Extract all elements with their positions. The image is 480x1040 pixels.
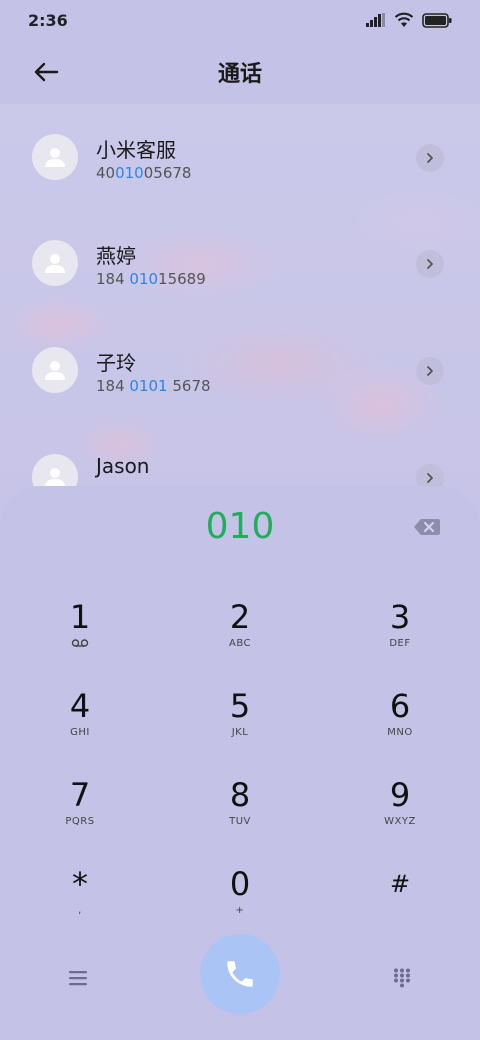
contact-name: 子玲 [96,351,136,375]
contact-item[interactable]: 子玲 184 0101 5678 [0,317,480,423]
person-icon [45,148,65,167]
key-8[interactable]: 8 TUV [185,776,295,856]
key-hash[interactable]: # [345,865,455,945]
key-3[interactable]: 3 DEF [345,598,455,678]
dialed-number: 010 [205,506,275,547]
key-2[interactable]: 2 ABC [185,598,295,678]
contact-suggestions: 小米客服 4001005678 燕婷 184 01015689 子玲 184 0… [0,104,480,524]
dialpad-panel: 010 1 2 ABC 3 DEF 4 GHI 5 JKL 6 MNO 7 PQ… [0,486,480,1040]
chevron-right-icon [427,366,433,376]
chevron-right-icon [427,259,433,269]
key-1[interactable]: 1 [25,598,135,678]
contact-item[interactable]: 燕婷 184 01015689 [0,210,480,316]
contact-number: 184 0101 5678 [96,377,211,395]
key-0[interactable]: 0 + [185,865,295,945]
avatar [32,134,78,180]
status-time: 2:36 [28,10,68,30]
menu-icon [69,971,87,986]
dialpad-grid-icon [394,968,410,988]
key-star[interactable]: * , [25,865,135,945]
key-5[interactable]: 5 JKL [185,687,295,767]
contact-details-button[interactable] [416,357,444,385]
contact-name: 小米客服 [96,138,176,162]
contact-name: Jason [96,454,150,478]
dialpad-actions [0,934,480,1024]
app-bar: 通话 [0,40,480,104]
key-9[interactable]: 9 WXYZ [345,776,455,856]
arrow-left-icon [34,62,59,82]
person-icon [45,254,65,273]
voicemail-icon [71,638,89,652]
backspace-button[interactable] [412,516,442,538]
menu-button[interactable] [56,958,100,998]
contact-number: 184 01015689 [96,270,206,288]
status-icons [366,12,452,28]
battery-icon [422,12,452,28]
key-6[interactable]: 6 MNO [345,687,455,767]
phone-icon [227,961,253,987]
status-bar: 2:36 [0,0,480,40]
contact-item[interactable]: 小米客服 4001005678 [0,104,480,210]
key-4[interactable]: 4 GHI [25,687,135,767]
wifi-icon [394,12,414,27]
person-icon [45,361,65,380]
contact-name: 燕婷 [96,244,136,268]
chevron-right-icon [427,153,433,163]
back-button[interactable] [24,50,68,94]
page-title: 通话 [217,62,262,87]
avatar [32,240,78,286]
contact-number: 4001005678 [96,164,192,182]
dialpad-toggle-button[interactable] [380,958,424,998]
key-7[interactable]: 7 PQRS [25,776,135,856]
contact-details-button[interactable] [416,144,444,172]
call-button[interactable] [200,934,280,1014]
avatar [32,347,78,393]
contact-details-button[interactable] [416,250,444,278]
chevron-right-icon [427,473,433,483]
backspace-icon [414,519,440,535]
signal-icon [366,13,385,27]
